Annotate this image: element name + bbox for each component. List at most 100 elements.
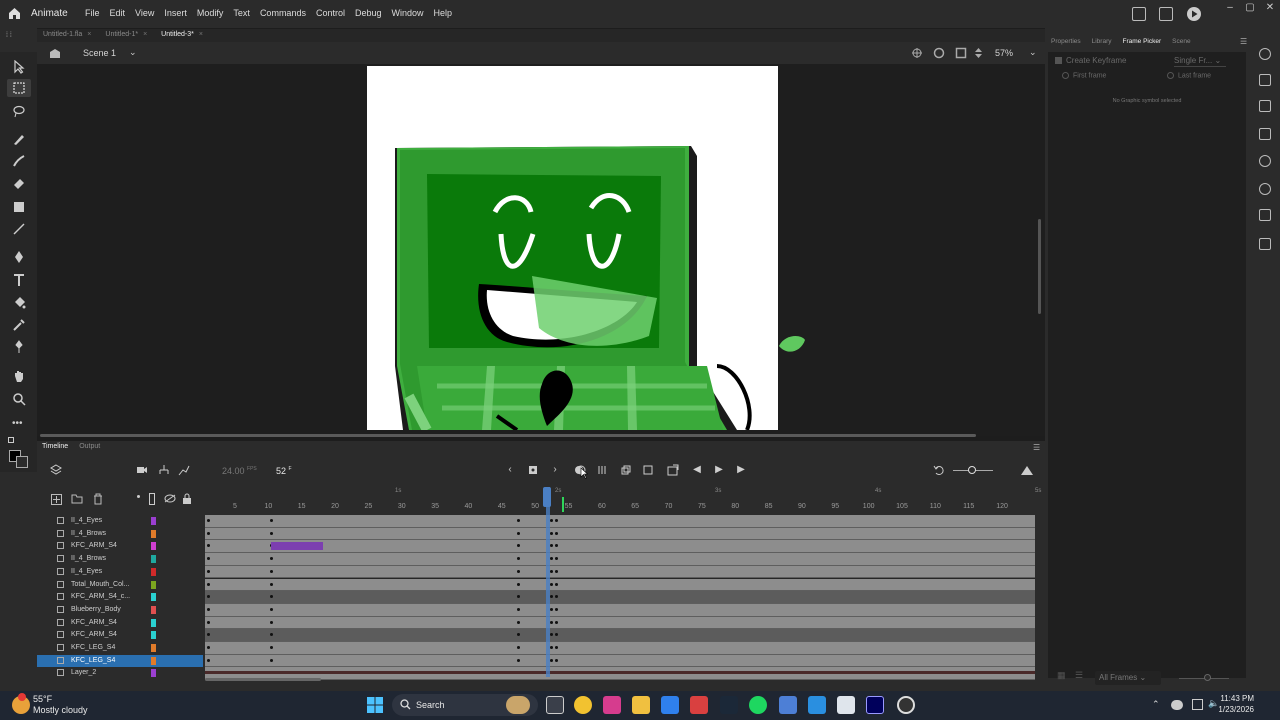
keyframe-dot[interactable] bbox=[207, 569, 210, 573]
keyframe-dot[interactable] bbox=[517, 544, 520, 548]
eraser-icon[interactable] bbox=[12, 176, 26, 190]
keyframe-dot[interactable] bbox=[550, 582, 553, 586]
keyframe-dot[interactable] bbox=[555, 569, 558, 573]
doc-tab-untitled-1[interactable]: Untitled-1* × bbox=[99, 29, 155, 42]
keyframe-dot[interactable] bbox=[550, 557, 553, 561]
fill-color-swatch[interactable] bbox=[16, 456, 28, 468]
frame-row[interactable] bbox=[205, 629, 1035, 642]
workspace-icon[interactable] bbox=[1159, 7, 1173, 21]
next-keyframe-icon[interactable]: › bbox=[549, 464, 561, 476]
home-icon[interactable] bbox=[8, 7, 21, 20]
keyframe-dot[interactable] bbox=[517, 620, 520, 624]
lasso-tool-icon[interactable] bbox=[12, 104, 26, 118]
menu-modify[interactable]: Modify bbox=[192, 8, 229, 18]
keyframe-dot[interactable] bbox=[550, 633, 553, 637]
tab-properties[interactable]: Properties bbox=[1045, 38, 1086, 45]
obs-icon[interactable] bbox=[897, 696, 915, 714]
assets-panel-icon[interactable] bbox=[1259, 209, 1271, 221]
layer-color-swatch[interactable] bbox=[151, 644, 156, 652]
maximize-button[interactable]: ▢ bbox=[1240, 0, 1260, 28]
motion-editor-icon[interactable] bbox=[1259, 238, 1271, 250]
file-explorer-icon[interactable] bbox=[632, 696, 650, 714]
keyframe-dot[interactable] bbox=[555, 519, 558, 522]
close-tab-icon[interactable]: × bbox=[199, 31, 203, 38]
tab-output[interactable]: Output bbox=[74, 441, 106, 454]
weather-temperature[interactable]: 55°F bbox=[33, 694, 52, 704]
keyframe-dot[interactable] bbox=[555, 544, 558, 548]
keyframe-dot[interactable] bbox=[555, 620, 558, 624]
layer-row[interactable]: KFC_ARM_S4 bbox=[37, 540, 203, 553]
keyframe-dot[interactable] bbox=[270, 658, 273, 662]
app-icon-4[interactable] bbox=[837, 696, 855, 714]
frame-grid[interactable] bbox=[205, 515, 1035, 681]
mode-dropdown[interactable]: Single Fr... ⌄ bbox=[1174, 56, 1226, 67]
step-back-icon[interactable]: ◀ bbox=[691, 464, 703, 476]
keyframe-dot[interactable] bbox=[517, 607, 520, 611]
brush-tool-icon[interactable] bbox=[12, 154, 26, 168]
insert-keyframe-icon[interactable] bbox=[527, 464, 539, 476]
keyframe-dot[interactable] bbox=[555, 658, 558, 662]
keyframe-dot[interactable] bbox=[517, 582, 520, 586]
rectangle-tool-icon[interactable] bbox=[12, 200, 26, 214]
grid-view-icon[interactable]: ▦ bbox=[1057, 670, 1066, 681]
lock-all-icon[interactable] bbox=[182, 493, 192, 504]
layers-icon[interactable] bbox=[50, 464, 62, 476]
tray-expand-icon[interactable]: ⌃ bbox=[1152, 699, 1160, 710]
keyframe-dot[interactable] bbox=[550, 519, 553, 522]
keyframe-dot[interactable] bbox=[207, 646, 210, 649]
layer-row[interactable]: KFC_ARM_S4 bbox=[37, 617, 203, 630]
keyframe-dot[interactable] bbox=[270, 595, 273, 599]
layer-color-swatch[interactable] bbox=[151, 669, 156, 678]
snap-icon[interactable] bbox=[912, 48, 922, 58]
frame-row[interactable] bbox=[205, 515, 1035, 528]
keyframe-dot[interactable] bbox=[555, 607, 558, 611]
keyframe-dot[interactable] bbox=[207, 557, 210, 561]
keyframe-dot[interactable] bbox=[555, 633, 558, 637]
steam-icon[interactable] bbox=[720, 696, 738, 714]
keyframe-dot[interactable] bbox=[555, 531, 558, 535]
align-panel-icon[interactable] bbox=[1259, 100, 1271, 112]
motion-tween-span[interactable] bbox=[271, 542, 323, 551]
close-button[interactable]: ✕ bbox=[1260, 0, 1280, 28]
menu-control[interactable]: Control bbox=[311, 8, 350, 18]
show-hide-all-icon[interactable] bbox=[164, 494, 176, 503]
clock-time[interactable]: 11:43 PM bbox=[1220, 694, 1254, 703]
playhead[interactable] bbox=[546, 487, 550, 677]
highlight-layers-icon[interactable] bbox=[137, 495, 140, 498]
menu-commands[interactable]: Commands bbox=[255, 8, 311, 18]
menu-view[interactable]: View bbox=[130, 8, 159, 18]
menu-help[interactable]: Help bbox=[429, 8, 458, 18]
eyedropper-icon[interactable] bbox=[12, 318, 26, 332]
keyframe-dot[interactable] bbox=[270, 646, 273, 649]
clock-date[interactable]: 1/23/2026 bbox=[1218, 705, 1254, 714]
keyframe-dot[interactable] bbox=[270, 531, 273, 535]
loop-icon[interactable] bbox=[620, 464, 632, 476]
keyframe-dot[interactable] bbox=[207, 544, 210, 548]
frame-row[interactable] bbox=[205, 565, 1035, 579]
frame-row[interactable] bbox=[205, 553, 1035, 566]
step-forward-icon[interactable]: ▶ bbox=[735, 464, 747, 476]
text-tool-icon[interactable] bbox=[12, 273, 26, 287]
layer-color-swatch[interactable] bbox=[151, 631, 156, 640]
layer-row[interactable]: II_4_Eyes bbox=[37, 566, 203, 579]
transform-panel-icon[interactable] bbox=[1259, 128, 1271, 140]
keyframe-dot[interactable] bbox=[550, 531, 553, 535]
layer-row[interactable]: II_4_Brows bbox=[37, 528, 203, 541]
keyframe-dot[interactable] bbox=[207, 519, 210, 522]
first-frame-radio[interactable]: First frame bbox=[1062, 72, 1106, 79]
scene-label[interactable]: Scene 1 bbox=[83, 48, 116, 58]
keyframe-dot[interactable] bbox=[207, 620, 210, 624]
tab-timeline[interactable]: Timeline bbox=[37, 441, 74, 454]
new-layer-icon[interactable] bbox=[51, 494, 62, 505]
play-icon[interactable]: ▶ bbox=[713, 464, 725, 476]
frame-row[interactable] bbox=[205, 616, 1035, 630]
layer-color-swatch[interactable] bbox=[151, 542, 156, 551]
stage-hscroll[interactable] bbox=[40, 434, 976, 437]
frames-filter-dropdown[interactable]: All Frames ⌄ bbox=[1095, 671, 1161, 685]
collapse-icon[interactable]: ⁞ ⁞ bbox=[6, 32, 12, 39]
menu-edit[interactable]: Edit bbox=[105, 8, 131, 18]
clear-keyframe-icon[interactable] bbox=[642, 464, 654, 476]
app-icon[interactable] bbox=[690, 696, 708, 714]
layer-row[interactable]: KFC_ARM_S4 bbox=[37, 629, 203, 642]
chrome-icon[interactable] bbox=[574, 696, 592, 714]
